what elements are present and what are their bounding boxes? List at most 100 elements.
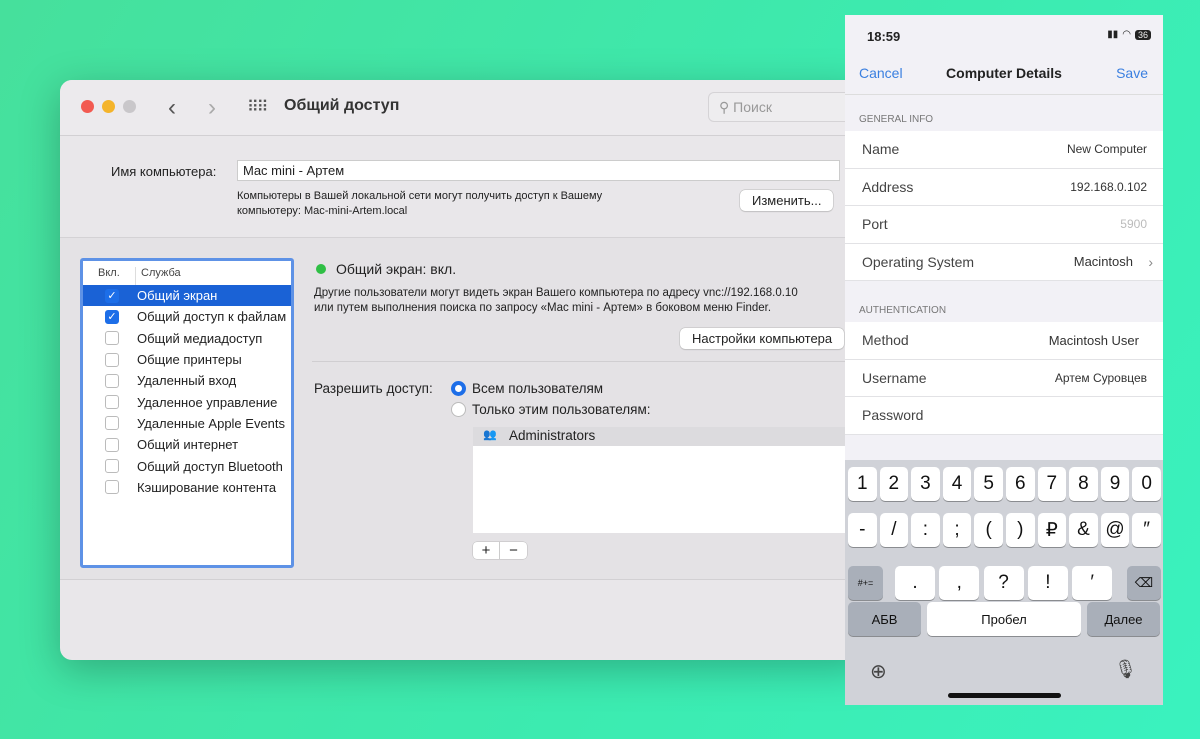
key[interactable]: 5 — [974, 467, 1003, 501]
form-row[interactable]: Port 5900 — [845, 206, 1163, 244]
key[interactable]: 7 — [1037, 467, 1067, 501]
edit-button[interactable]: Изменить... — [740, 190, 834, 211]
key[interactable]: ′ — [1072, 566, 1113, 600]
key[interactable]: 0 — [1132, 467, 1161, 501]
form-row[interactable]: Method Macintosh User — [845, 322, 1163, 360]
service-label: Общий доступ к файлам — [137, 309, 287, 325]
key[interactable]: 8 — [1069, 467, 1098, 501]
key[interactable]: . — [895, 566, 935, 600]
service-item[interactable]: Удаленные Apple Events — [83, 413, 291, 434]
radio-only-label: Только этим пользователям: — [472, 402, 651, 417]
service-label: Общие принтеры — [137, 352, 242, 368]
column-service: Служба — [141, 267, 181, 279]
battery-icon: 36 — [1134, 29, 1151, 40]
status-text: Общий экран: вкл. — [336, 261, 457, 277]
radio-all-users[interactable] — [451, 381, 466, 396]
forward-icon[interactable]: › — [208, 94, 216, 122]
form-row[interactable]: Username Артем Суровцев — [845, 359, 1163, 397]
field-value[interactable]: Macintosh — [1074, 254, 1133, 269]
key[interactable]: : — [911, 513, 940, 547]
service-checkbox[interactable] — [105, 352, 119, 367]
service-checkbox[interactable] — [105, 331, 119, 346]
service-item[interactable]: Общие принтеры — [83, 349, 291, 370]
zoom-button[interactable] — [123, 100, 136, 113]
close-button[interactable] — [81, 100, 94, 113]
service-item[interactable]: Кэширование контента — [83, 477, 291, 498]
name-hint-2: компьютеру: Mac-mini-Artem.local — [237, 205, 408, 217]
column-on: Вкл. — [98, 267, 136, 285]
field-value[interactable]: 5900 — [1120, 217, 1147, 231]
user-row[interactable]: 👥 Administrators — [473, 427, 870, 446]
field-label: Address — [862, 178, 914, 195]
service-item[interactable]: Удаленное управление — [83, 391, 291, 412]
key[interactable]: ? — [983, 566, 1024, 600]
microphone-icon[interactable]: 🎙 — [1114, 659, 1137, 680]
key[interactable]: ₽ — [1037, 513, 1067, 547]
service-checkbox[interactable]: ✓ — [105, 288, 119, 303]
field-label: Method — [862, 332, 909, 349]
key[interactable]: , — [939, 566, 980, 600]
key[interactable]: & — [1069, 513, 1098, 547]
radio-only-users[interactable] — [451, 402, 466, 417]
service-checkbox[interactable] — [105, 480, 119, 495]
back-icon[interactable]: ‹ — [168, 94, 176, 122]
service-item[interactable]: Удаленный вход — [83, 370, 291, 391]
service-checkbox[interactable] — [105, 459, 119, 474]
service-item[interactable]: Общий доступ Bluetooth — [83, 455, 291, 476]
field-value[interactable]: Macintosh User — [1049, 333, 1139, 348]
form-row[interactable]: Operating System Macintosh › — [845, 243, 1163, 281]
service-item[interactable]: Общий медиадоступ — [83, 328, 291, 349]
key-space[interactable]: Пробел — [927, 602, 1081, 636]
globe-icon[interactable]: ⊕ — [870, 659, 887, 684]
computer-name-input[interactable]: Mac mini - Артем — [237, 160, 840, 181]
service-item[interactable]: ✓ Общий экран — [83, 285, 291, 307]
signal-icon: ▮▮ — [1107, 29, 1119, 40]
key[interactable]: 9 — [1100, 467, 1130, 501]
key[interactable]: - — [848, 513, 877, 547]
home-indicator — [948, 693, 1061, 698]
service-checkbox[interactable] — [105, 437, 119, 452]
grid-icon[interactable]: ⠿⠿ — [247, 97, 268, 117]
key[interactable]: / — [879, 513, 909, 547]
field-value[interactable]: 192.168.0.102 — [1070, 180, 1147, 194]
key[interactable]: @ — [1100, 513, 1130, 547]
form-row[interactable]: Password — [845, 397, 1163, 435]
minimize-button[interactable] — [102, 100, 115, 113]
radio-all-label: Всем пользователям — [472, 381, 604, 396]
divider — [312, 361, 870, 362]
key[interactable]: 2 — [879, 467, 909, 501]
remove-button[interactable]: − — [500, 542, 527, 559]
name-hint: Компьютеры в Вашей локальной сети могут … — [237, 190, 603, 202]
title-bar: ‹ › ⠿⠿ Общий доступ ⚲ Поиск — [60, 80, 870, 136]
service-checkbox[interactable] — [105, 373, 119, 388]
field-value[interactable]: Артем Суровцев — [1055, 371, 1147, 385]
service-checkbox[interactable]: ✓ — [105, 309, 119, 324]
form-row[interactable]: Name New Computer — [845, 131, 1163, 169]
field-value[interactable]: New Computer — [1067, 142, 1147, 156]
key-next[interactable]: Далее — [1087, 602, 1160, 636]
computer-name-label: Имя компьютера: — [111, 164, 217, 179]
service-item[interactable]: ✓ Общий доступ к файлам — [83, 306, 291, 327]
save-button[interactable]: Save — [1116, 65, 1148, 81]
key-symbols[interactable]: #+= — [848, 566, 883, 600]
key-abc[interactable]: АБВ — [848, 602, 921, 636]
chevron-right-icon: › — [1148, 253, 1153, 270]
key[interactable]: 3 — [911, 467, 940, 501]
key[interactable]: ) — [1006, 513, 1035, 547]
key[interactable]: ! — [1027, 566, 1068, 600]
form-row[interactable]: Address 192.168.0.102 — [845, 168, 1163, 206]
service-item[interactable]: Общий интернет — [83, 434, 291, 455]
search-icon: ⚲ — [719, 99, 734, 115]
key[interactable]: ″ — [1132, 513, 1161, 547]
key[interactable]: ( — [974, 513, 1003, 547]
key[interactable]: 4 — [942, 467, 972, 501]
service-checkbox[interactable] — [105, 395, 119, 410]
service-checkbox[interactable] — [105, 416, 119, 431]
computer-settings-button[interactable]: Настройки компьютера — [680, 328, 845, 349]
add-button[interactable]: + — [473, 542, 500, 559]
key[interactable]: ; — [942, 513, 972, 547]
key[interactable]: 1 — [848, 467, 877, 501]
key-backspace[interactable]: ⌫ — [1127, 566, 1161, 600]
ios-screen: 18:59 ▮▮ ◠ 36 Cancel Computer Details Sav… — [845, 15, 1163, 705]
key[interactable]: 6 — [1006, 467, 1035, 501]
